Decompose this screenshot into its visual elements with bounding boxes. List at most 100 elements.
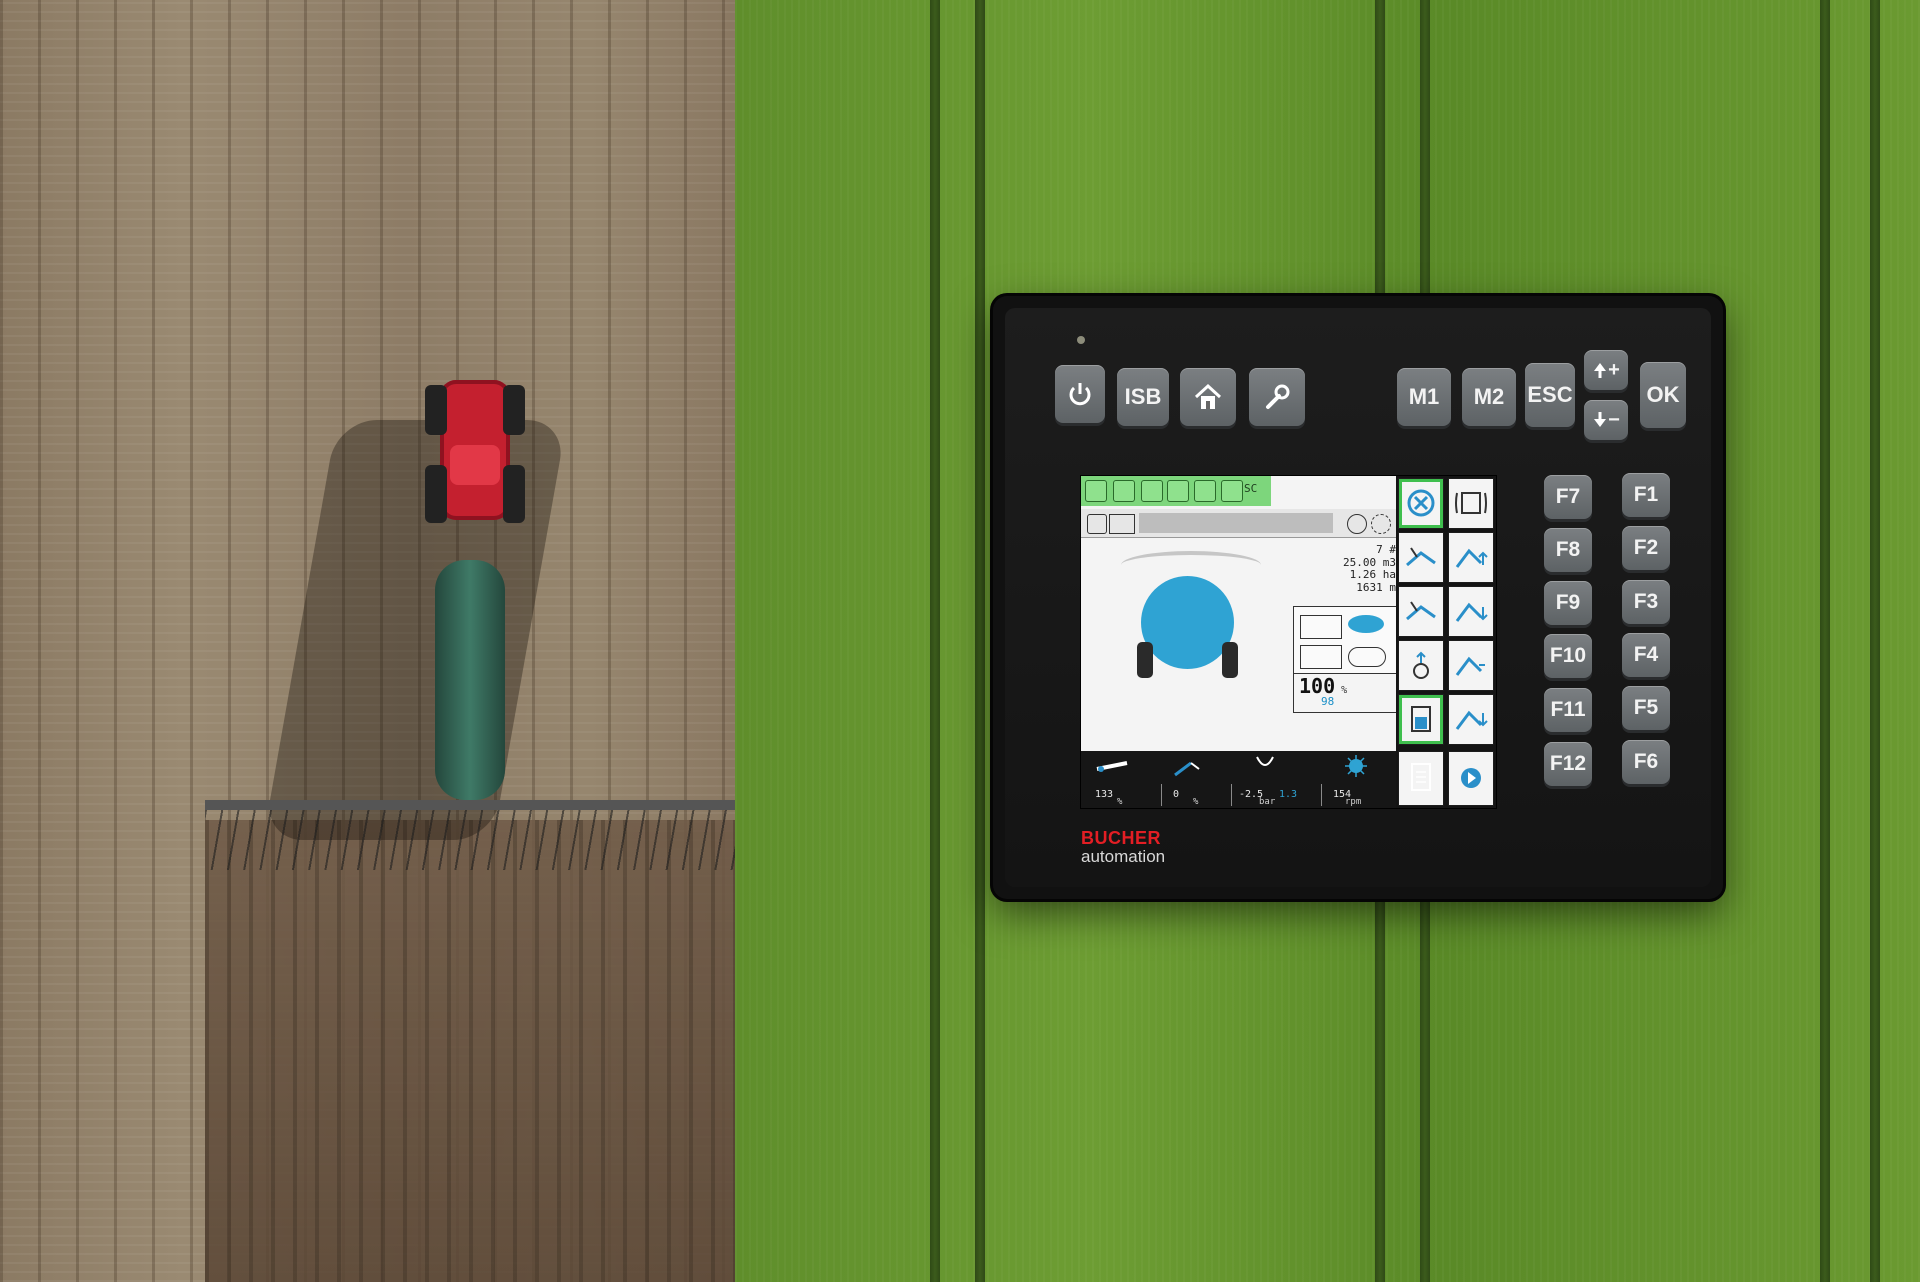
section-status-icon[interactable]	[1221, 480, 1243, 502]
settings-button[interactable]	[1249, 368, 1305, 426]
softkey-boom-fold[interactable]	[1448, 640, 1494, 691]
wheel-right	[1222, 642, 1238, 678]
arrow-up-icon	[1594, 363, 1607, 378]
arm-lower-icon	[1406, 547, 1436, 567]
document-icon	[1411, 763, 1431, 791]
pump-status-icon[interactable]	[1113, 480, 1135, 502]
softkey-axle[interactable]	[1398, 640, 1444, 691]
valve-status-icon[interactable]	[1141, 480, 1163, 502]
boom-status-icon[interactable]	[1085, 480, 1107, 502]
f10-key[interactable]: F10	[1544, 634, 1592, 678]
f7-key[interactable]: F7	[1544, 475, 1592, 519]
display-screen: SC 7 # 25.00 m3 1.26 ha 1631 m 100% 98 1…	[1080, 475, 1497, 809]
softkey-boom-unfold[interactable]	[1448, 694, 1494, 745]
minus-label: −	[1608, 408, 1620, 431]
ok-label: OK	[1646, 382, 1680, 407]
power-button[interactable]	[1055, 365, 1105, 423]
drive-icon	[1461, 768, 1481, 788]
m2-button[interactable]: M2	[1462, 368, 1516, 426]
bucher-logo: BUCHER automation	[1081, 828, 1165, 867]
tramline	[1870, 0, 1880, 1282]
pressure-value-2: 1.3	[1279, 789, 1298, 800]
softkey-document[interactable]	[1398, 751, 1444, 806]
pump-icon	[1348, 647, 1386, 667]
f9-key[interactable]: F9	[1544, 581, 1592, 625]
tank-icon	[1411, 706, 1431, 732]
tractor-wheel	[503, 465, 525, 523]
tractor-roof	[450, 445, 500, 485]
softkey-arm-lower[interactable]	[1398, 532, 1444, 583]
flow-icon	[1348, 615, 1384, 633]
machine-icon	[1087, 514, 1107, 534]
f10-label: F10	[1549, 644, 1587, 667]
ok-button[interactable]: OK	[1640, 362, 1686, 428]
esc-label: ESC	[1527, 382, 1573, 407]
tramline	[1820, 0, 1830, 1282]
divider	[1231, 784, 1232, 806]
machine-infobar	[1081, 509, 1396, 538]
speed-status-icon[interactable]	[1194, 480, 1216, 502]
softkey-drive[interactable]	[1448, 751, 1494, 806]
progress-track	[1139, 513, 1333, 533]
power-icon	[1069, 383, 1091, 406]
decrease-button[interactable]: −	[1584, 400, 1628, 440]
f12-label: F12	[1549, 752, 1587, 775]
hydraulic-icon	[1300, 645, 1342, 669]
increase-button[interactable]: +	[1584, 350, 1628, 390]
bottom-status-bar: 133 % 0 % -2.5 1.3 bar 154 rpm	[1081, 751, 1396, 808]
f3-key[interactable]: F3	[1622, 580, 1670, 624]
f11-key[interactable]: F11	[1544, 688, 1592, 732]
wrench-icon	[1266, 384, 1290, 409]
arm-unit: %	[1193, 797, 1199, 807]
slurry-tank	[435, 560, 505, 800]
home-button[interactable]	[1180, 368, 1236, 426]
f1-label: F1	[1633, 483, 1659, 506]
gear-icon[interactable]	[1371, 514, 1391, 534]
plus-label: +	[1608, 358, 1620, 381]
f4-label: F4	[1633, 643, 1659, 666]
wheel-left	[1137, 642, 1153, 678]
f1-key[interactable]: F1	[1622, 473, 1670, 517]
f6-key[interactable]: F6	[1622, 740, 1670, 784]
f12-key[interactable]: F12	[1544, 742, 1592, 786]
f4-key[interactable]: F4	[1622, 633, 1670, 677]
distance-counter: 1631 m	[1356, 580, 1396, 594]
rate-unit: %	[1341, 685, 1348, 696]
manual-mode-icon[interactable]	[1347, 514, 1367, 534]
m1-button[interactable]: M1	[1397, 368, 1451, 426]
arm-raise-icon	[1455, 548, 1488, 568]
home-icon	[1194, 383, 1222, 409]
arm-raise-icon	[1455, 602, 1488, 622]
f2-key[interactable]: F2	[1622, 526, 1670, 570]
brand-subtitle: automation	[1081, 847, 1166, 866]
f8-label: F8	[1555, 538, 1581, 561]
area-counter: 1.26 ha	[1349, 568, 1396, 581]
divider	[1161, 784, 1162, 806]
tank-status-icon[interactable]	[1167, 480, 1189, 502]
tank-level-graphic	[1141, 576, 1234, 669]
softkey-arm-lower-2[interactable]	[1398, 586, 1444, 637]
softkey-arm-raise[interactable]	[1448, 532, 1494, 583]
softkey-tank-select[interactable]	[1398, 694, 1444, 745]
counters: 7 # 25.00 m3 1.26 ha 1631 m	[1293, 543, 1396, 594]
f3-label: F3	[1633, 590, 1659, 613]
f8-key[interactable]: F8	[1544, 528, 1592, 572]
arm-lower-icon	[1406, 601, 1436, 621]
trailing-hose-boom	[205, 800, 735, 810]
pto-icon	[1345, 755, 1367, 777]
esc-button[interactable]: ESC	[1525, 363, 1575, 427]
distribution-panel	[1293, 606, 1398, 674]
tractor-wheel	[425, 385, 447, 435]
status-cell-rpm: 154 rpm	[1325, 751, 1395, 808]
softkey-close[interactable]	[1398, 478, 1444, 529]
f5-key[interactable]: F5	[1622, 686, 1670, 730]
f11-label: F11	[1550, 698, 1586, 721]
axle-icon	[1413, 651, 1429, 679]
f6-label: F6	[1633, 750, 1659, 773]
isb-button[interactable]: ISB	[1117, 368, 1169, 426]
softkey-tank[interactable]	[1448, 478, 1494, 529]
softkey-arm-raise-2[interactable]	[1448, 586, 1494, 637]
status-toolbar: SC	[1081, 476, 1271, 506]
application-rate: 100% 98	[1299, 674, 1347, 708]
treated-soil	[205, 820, 735, 1282]
